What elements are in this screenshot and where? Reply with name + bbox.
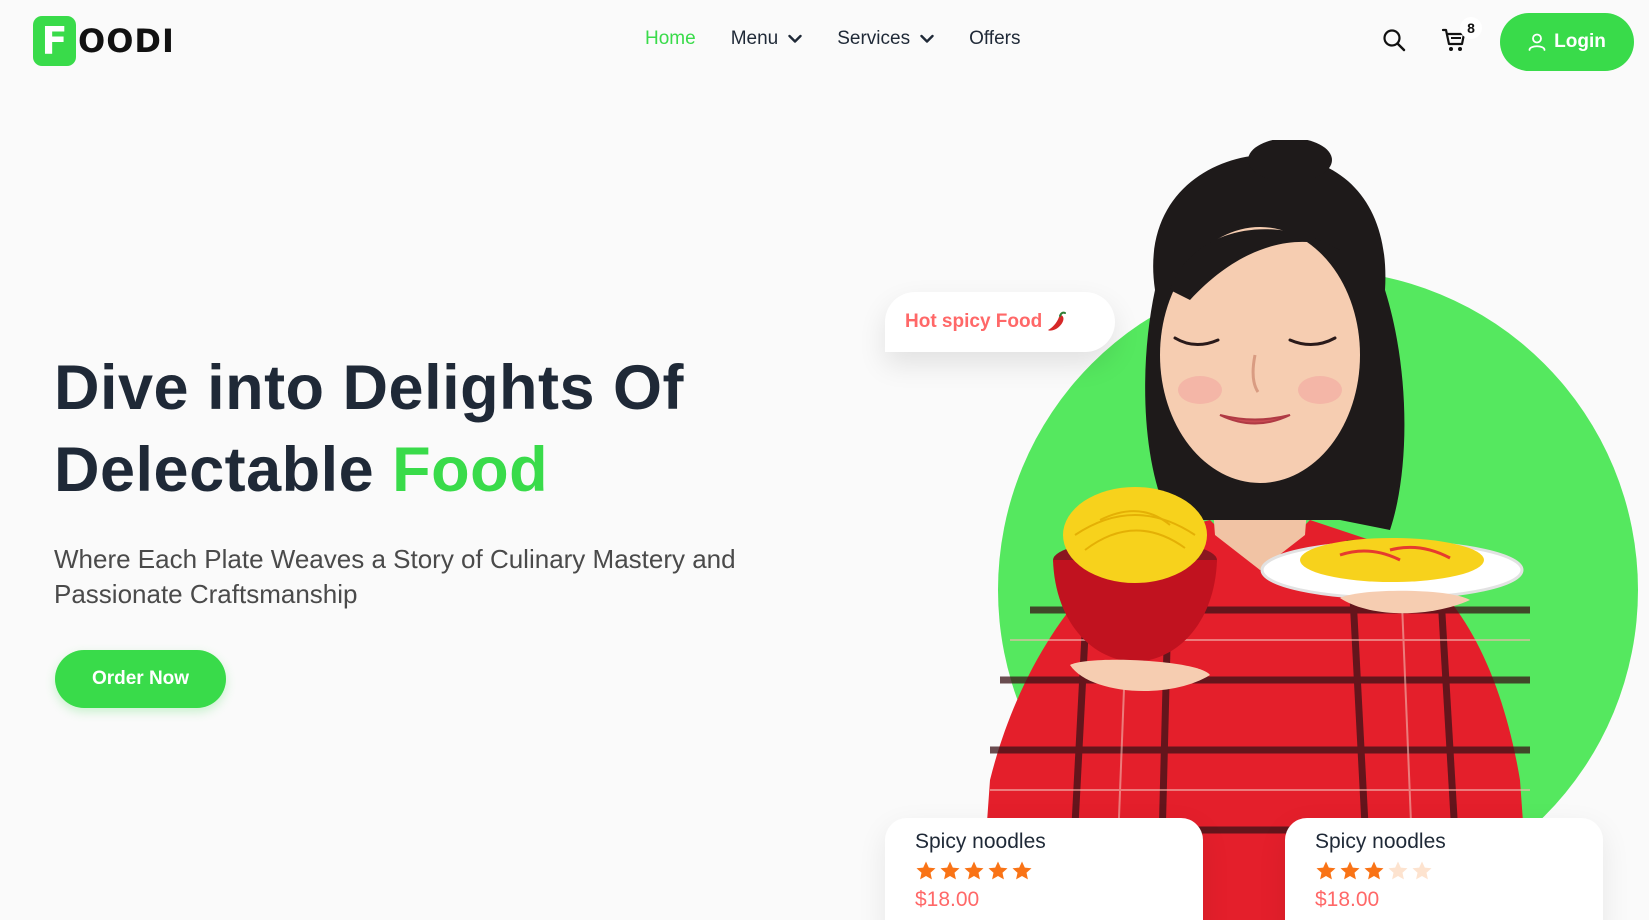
hero-title-accent: Food — [392, 435, 549, 505]
woman-eating-noodles-illustration — [980, 140, 1530, 920]
star-filled-icon — [1340, 861, 1360, 880]
badge-text: Hot spicy Food — [905, 311, 1043, 332]
rating-stars — [1315, 860, 1573, 882]
search-button[interactable] — [1380, 26, 1408, 54]
card-title: Spicy noodles — [915, 830, 1046, 853]
logo[interactable]: F OODI — [33, 16, 175, 66]
nav-item-label: Offers — [969, 28, 1021, 49]
nav-menu: Home Menu Services Offers — [645, 28, 1055, 50]
logo-badge: F — [33, 16, 76, 66]
nav-item-label: Menu — [730, 28, 779, 49]
navbar: F OODI Home Menu Services Offers 8 Login — [0, 0, 1649, 84]
star-filled-icon — [916, 861, 936, 880]
star-filled-icon — [1364, 861, 1384, 880]
hero-subtitle: Where Each Plate Weaves a Story of Culin… — [54, 544, 736, 609]
nav-icons: 8 — [1380, 17, 1482, 54]
star-filled-icon — [1316, 861, 1336, 880]
hero-image — [870, 140, 1649, 920]
hero-title: Dive into Delights Of Delectable Food — [54, 347, 684, 511]
hot-spicy-badge: Hot spicy Food — [885, 292, 1115, 352]
hero-title-line2: Delectable — [54, 435, 393, 505]
hero-title-line1: Dive into Delights Of — [54, 353, 685, 423]
login-label: Login — [1554, 31, 1606, 52]
product-card[interactable]: Spicy noodles $18.00 — [885, 818, 1203, 920]
star-empty-icon — [1388, 861, 1408, 880]
star-filled-icon — [964, 861, 984, 880]
star-filled-icon — [1012, 861, 1032, 880]
cart-count-badge: 8 — [1460, 17, 1482, 39]
chevron-down-icon — [920, 34, 934, 43]
order-now-button[interactable]: Order Now — [55, 650, 226, 708]
nav-item-label: Services — [837, 28, 911, 49]
card-price: $18.00 — [1315, 888, 1380, 911]
nav-item-home[interactable]: Home — [645, 28, 696, 50]
nav-item-services[interactable]: Services — [837, 28, 934, 50]
cart-button[interactable]: 8 — [1440, 17, 1482, 54]
nav-item-menu[interactable]: Menu — [731, 28, 803, 50]
chevron-down-icon — [788, 34, 802, 43]
search-icon — [1383, 29, 1406, 52]
star-filled-icon — [988, 861, 1008, 880]
login-button[interactable]: Login — [1500, 13, 1634, 71]
star-empty-icon — [1412, 861, 1432, 880]
user-icon — [1528, 33, 1546, 51]
star-filled-icon — [940, 861, 960, 880]
card-title: Spicy noodles — [1315, 830, 1446, 853]
card-price: $18.00 — [915, 888, 980, 911]
nav-item-offers[interactable]: Offers — [969, 28, 1020, 50]
logo-text: OODI — [78, 22, 175, 60]
product-card[interactable]: Spicy noodles $18.00 — [1285, 818, 1603, 920]
rating-stars — [915, 860, 1173, 882]
nav-item-label: Home — [645, 28, 696, 49]
chili-pepper-icon — [1048, 311, 1067, 331]
